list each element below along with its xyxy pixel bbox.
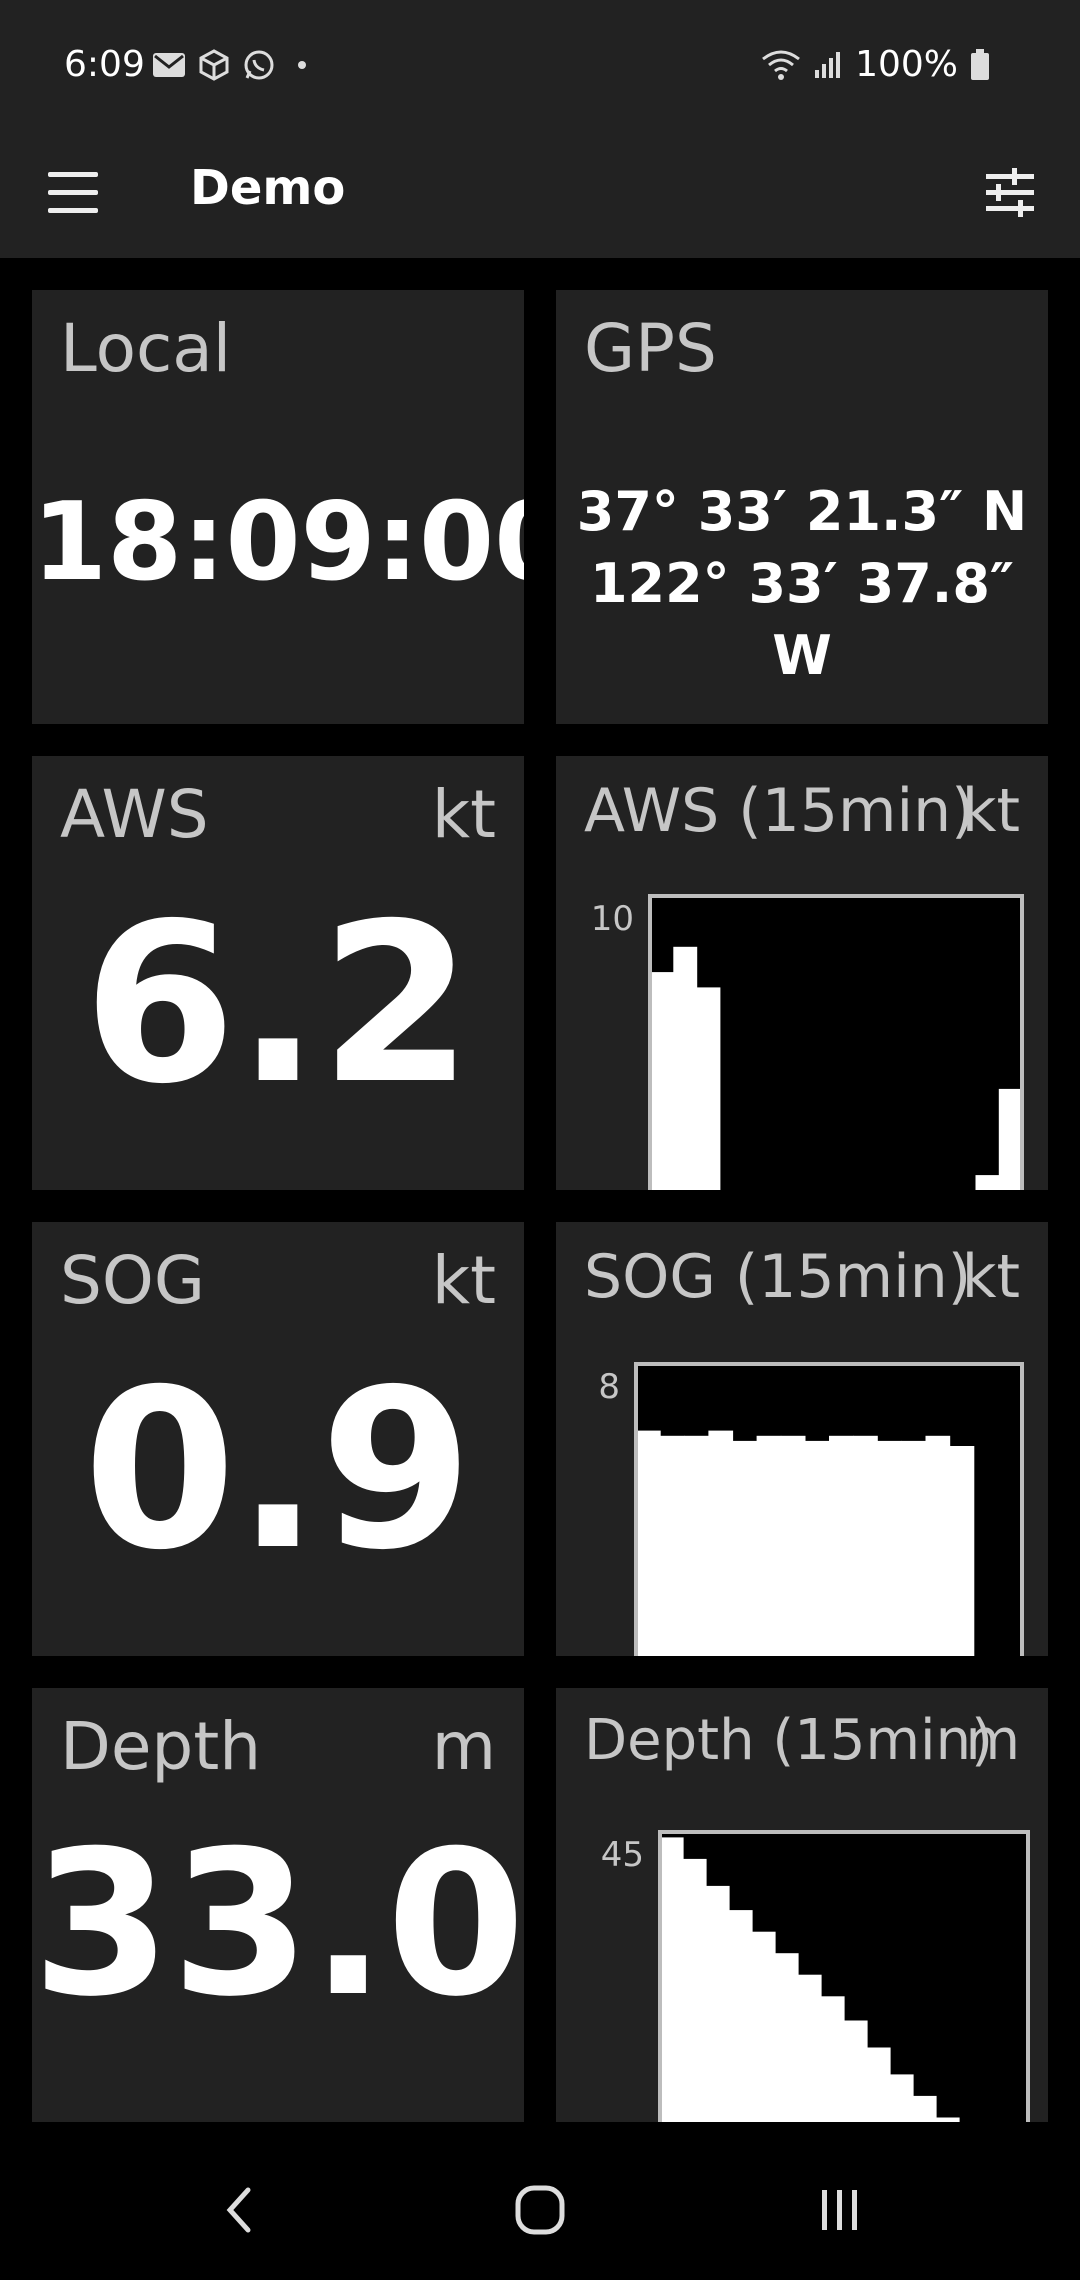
local-time-value: 18:09:00: [32, 480, 524, 605]
home-icon: [515, 2185, 565, 2235]
package-icon: [199, 49, 229, 81]
chart-bar: [925, 1435, 951, 1656]
y-tick-max: 10: [591, 899, 634, 939]
sog-value: 0.9: [83, 1342, 473, 1598]
chart-bar: [936, 2117, 960, 2122]
chart-bar: [732, 1440, 758, 1656]
chart-bar: [867, 2047, 891, 2122]
menu-button[interactable]: [48, 170, 98, 214]
chart-bar: [975, 1175, 1000, 1190]
depth-chart: 4530: [601, 1830, 1030, 2122]
chart-bar: [804, 1440, 830, 1656]
menu-icon: [48, 172, 98, 177]
whatsapp-icon: [244, 50, 274, 80]
chart-bar: [821, 1996, 845, 2122]
depth-value: 33.0: [32, 1808, 524, 2041]
notification-icons: [152, 48, 306, 82]
gps-latitude: 37° 33′ 21.3″ N: [576, 480, 1028, 543]
y-tick-max: 45: [601, 1835, 644, 1875]
chart-bar: [949, 1446, 975, 1656]
chart-bar: [706, 1885, 730, 2122]
chart-bar: [780, 1435, 806, 1656]
tile-unit: m: [431, 1708, 496, 1785]
tile-depth-chart[interactable]: Depth (15min) m 4530: [556, 1688, 1048, 2122]
chart-bar: [752, 1931, 776, 2122]
chart-bar: [756, 1435, 782, 1656]
chart-bar: [890, 2074, 914, 2122]
chart-bar: [775, 1953, 799, 2122]
system-nav-bar: [0, 2130, 1080, 2280]
tile-sog[interactable]: SOG kt 0.9: [32, 1222, 524, 1656]
wifi-icon: [762, 50, 800, 80]
home-button[interactable]: [500, 2170, 580, 2250]
signal-icon: [815, 51, 841, 78]
page-title: Demo: [190, 160, 346, 216]
chart-bar: [844, 2020, 868, 2122]
status-time: 6:09: [64, 44, 145, 85]
chart-bar: [650, 972, 674, 1190]
tile-label: Depth: [60, 1708, 262, 1785]
battery-icon: [971, 48, 989, 80]
menu-icon-bar: [48, 208, 98, 213]
chart-bar: [901, 1440, 927, 1656]
chart-bar: [853, 1435, 878, 1656]
chart-bar: [708, 1430, 734, 1656]
chart-bar: [998, 1088, 1023, 1190]
menu-icon-bar: [48, 190, 98, 195]
chart-bar: [913, 2095, 937, 2122]
chart-bar: [683, 1858, 707, 2122]
chart-bar: [660, 1435, 685, 1656]
tile-label: GPS: [584, 310, 717, 387]
y-tick-max: 8: [598, 1367, 620, 1407]
back-icon: [226, 2187, 251, 2233]
tile-gps[interactable]: GPS 37° 33′ 21.3″ N 122° 33′ 37.8″ W: [556, 290, 1048, 724]
tile-local-time[interactable]: Local 18:09:00: [32, 290, 524, 724]
chart-bar: [660, 1837, 684, 2122]
chart-bar: [829, 1435, 854, 1656]
settings-button[interactable]: [982, 164, 1038, 220]
chart-bar: [684, 1435, 709, 1656]
tile-sog-chart[interactable]: SOG (15min) kt 80: [556, 1222, 1048, 1656]
chart-bar: [798, 1974, 822, 2122]
chart-bar: [636, 1430, 661, 1656]
sog-chart: 80: [598, 1362, 1024, 1656]
status-right: 100%: [761, 44, 990, 85]
recents-button[interactable]: [800, 2170, 880, 2250]
gps-longitude: 122° 33′ 37.8″ W: [589, 552, 1015, 687]
tile-depth[interactable]: Depth m 33.0: [32, 1688, 524, 2122]
status-bar: 6:09 100%: [0, 0, 1080, 130]
chart-bar: [877, 1440, 902, 1656]
tile-label: AWS: [60, 776, 209, 853]
app-bar: Demo: [0, 130, 1080, 258]
battery-percent: 100%: [855, 44, 958, 85]
aws-value: 6.2: [83, 876, 473, 1132]
aws-chart: 102: [591, 894, 1024, 1190]
dot-icon: [298, 61, 306, 69]
tune-icon: [986, 168, 1034, 217]
tile-label: Local: [60, 310, 232, 387]
gmail-icon: [153, 53, 185, 77]
tile-unit: kt: [431, 776, 496, 853]
tile-label: SOG: [60, 1242, 205, 1319]
chart-bar: [696, 987, 721, 1190]
tile-aws[interactable]: AWS kt 6.2: [32, 756, 524, 1190]
chart-bar: [673, 946, 698, 1190]
tile-unit: kt: [431, 1242, 496, 1319]
chart-bar: [729, 1910, 753, 2122]
back-button[interactable]: [200, 2170, 280, 2250]
recents-icon: [822, 2190, 857, 2230]
tile-aws-chart[interactable]: AWS (15min) kt 102: [556, 756, 1048, 1190]
